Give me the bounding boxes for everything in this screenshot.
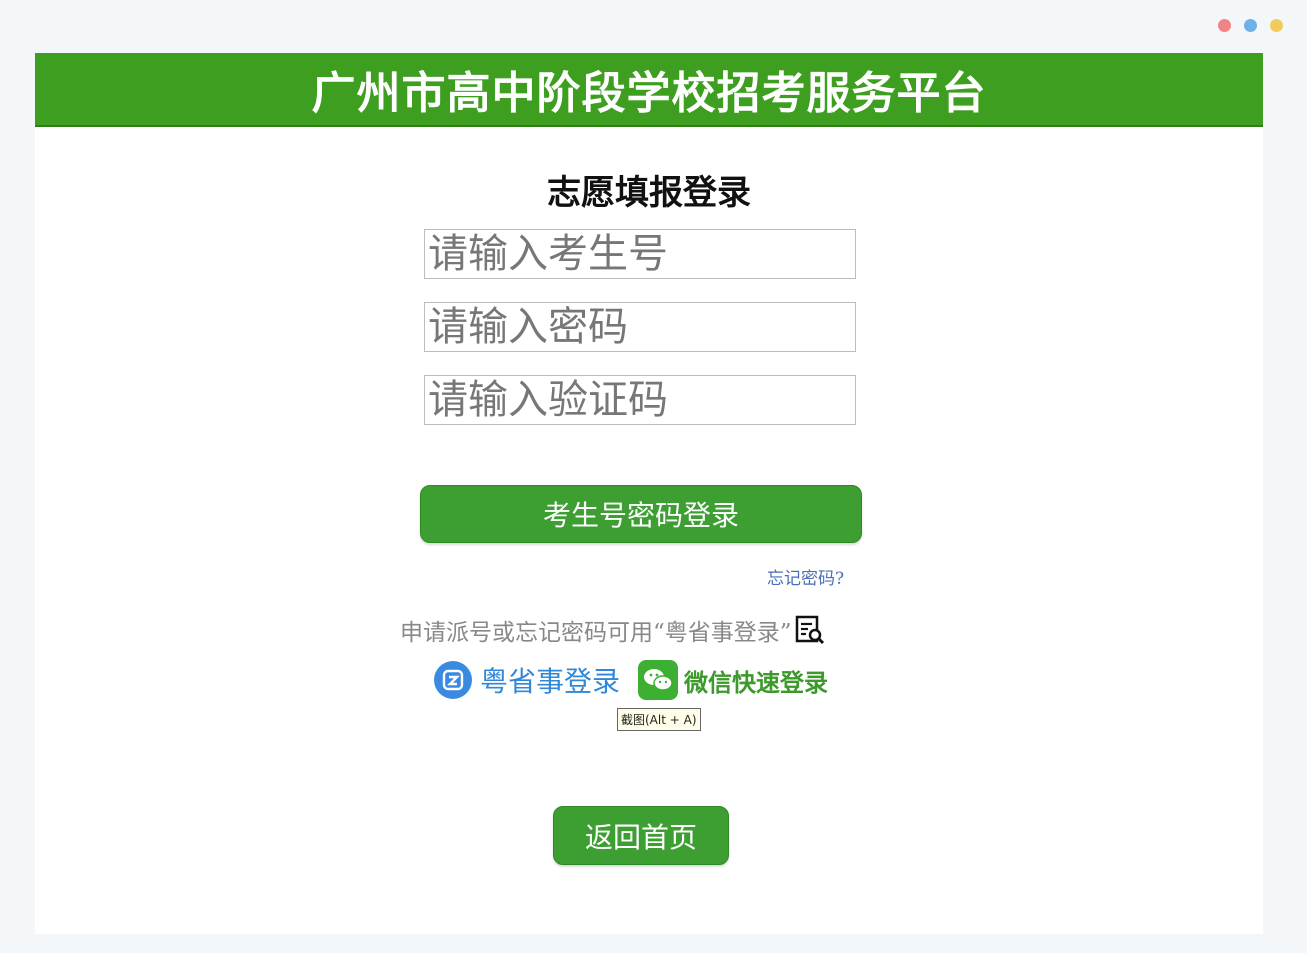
login-title: 志愿填报登录 bbox=[547, 173, 751, 213]
yueshengshi-login-label: 粤省事登录 bbox=[480, 665, 621, 698]
wechat-login-label: 微信快速登录 bbox=[684, 668, 829, 697]
password-input[interactable] bbox=[424, 302, 856, 352]
student-id-input[interactable] bbox=[424, 229, 856, 279]
wechat-icon bbox=[638, 660, 679, 700]
minimize-dot[interactable] bbox=[1244, 19, 1257, 32]
forgot-password-link[interactable]: 忘记密码? bbox=[767, 564, 844, 589]
document-search-icon[interactable] bbox=[794, 614, 826, 646]
close-dot[interactable] bbox=[1218, 19, 1231, 32]
screenshot-tooltip: 截图(Alt + A) bbox=[617, 708, 701, 731]
back-home-button[interactable]: 返回首页 bbox=[553, 806, 729, 865]
page-frame: 广州市高中阶段学校招考服务平台 志愿填报登录 考生号密码登录 忘记密码? 申请派… bbox=[35, 53, 1263, 934]
site-title: 广州市高中阶段学校招考服务平台 bbox=[311, 68, 987, 119]
login-hint: 申请派号或忘记密码可用“粤省事登录” bbox=[400, 613, 826, 647]
login-button[interactable]: 考生号密码登录 bbox=[420, 485, 862, 543]
wechat-login-button[interactable]: 微信快速登录 bbox=[638, 660, 828, 700]
login-button-label: 考生号密码登录 bbox=[542, 499, 739, 532]
captcha-input[interactable] bbox=[424, 375, 856, 425]
back-home-label: 返回首页 bbox=[584, 820, 697, 854]
site-banner: 广州市高中阶段学校招考服务平台 bbox=[35, 53, 1263, 127]
alternative-logins: 粤省事登录 微信快速登录 bbox=[434, 660, 828, 700]
yueshengshi-logo-icon bbox=[434, 661, 472, 699]
maximize-dot[interactable] bbox=[1270, 19, 1283, 32]
hint-text: 申请派号或忘记密码可用“粤省事登录” bbox=[400, 620, 792, 646]
yueshengshi-login-button[interactable]: 粤省事登录 bbox=[434, 660, 620, 700]
window-controls bbox=[1218, 19, 1283, 32]
